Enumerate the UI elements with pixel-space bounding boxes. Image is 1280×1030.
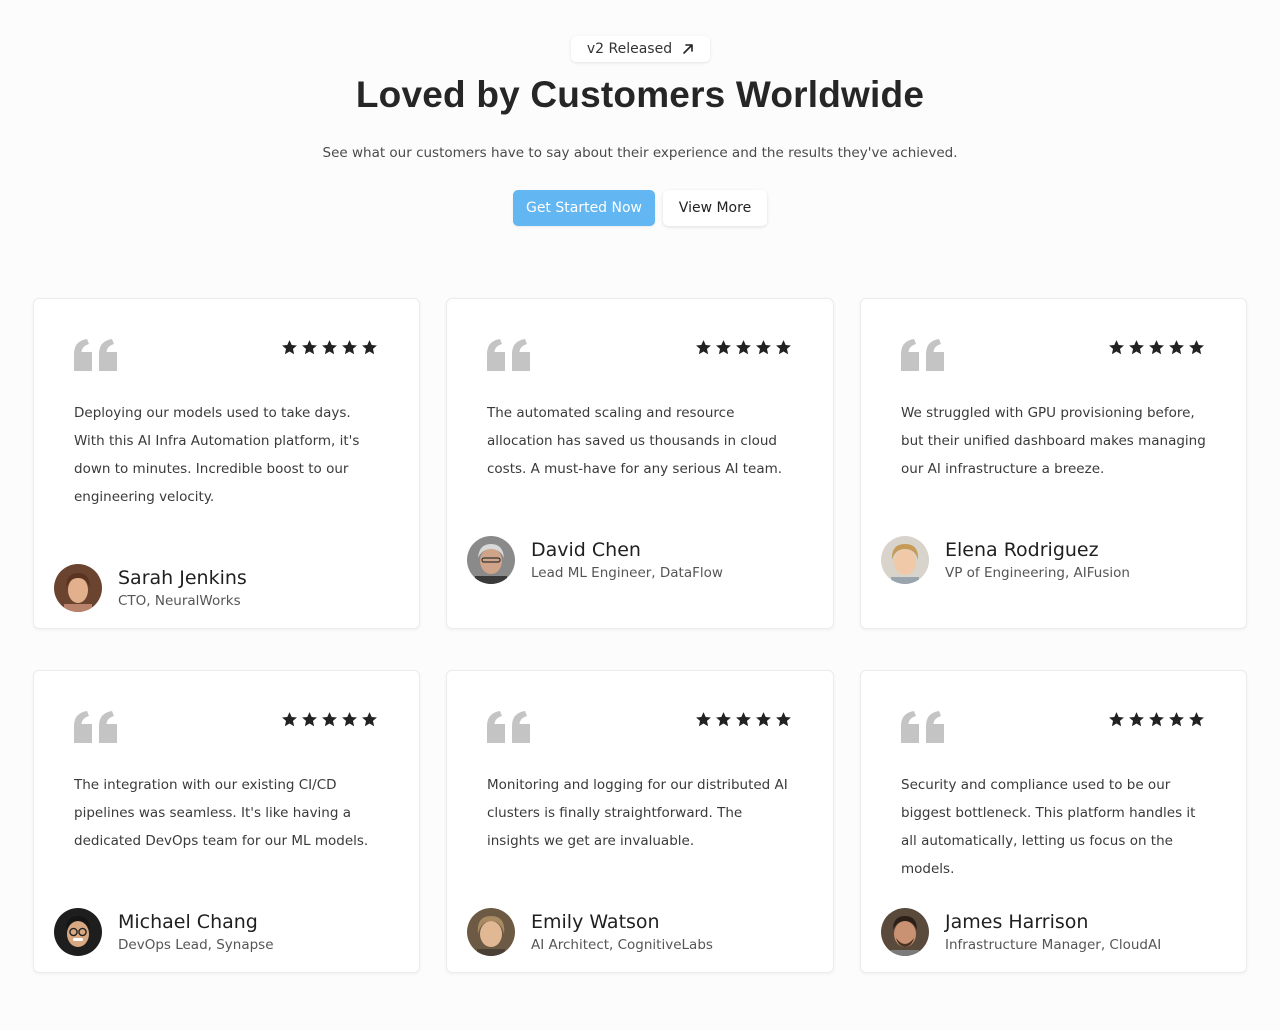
star-icon bbox=[776, 712, 791, 727]
author-name: James Harrison bbox=[945, 911, 1089, 933]
star-icon bbox=[736, 340, 751, 355]
author-role: AI Architect, CognitiveLabs bbox=[531, 937, 713, 953]
star-icon bbox=[1129, 712, 1144, 727]
star-rating bbox=[695, 711, 792, 728]
avatar bbox=[881, 908, 929, 956]
author-role: CTO, NeuralWorks bbox=[118, 593, 241, 609]
avatar bbox=[467, 536, 515, 584]
star-rating bbox=[281, 339, 378, 356]
star-icon bbox=[322, 340, 337, 355]
release-badge-label: v2 Released bbox=[586, 41, 673, 57]
author-name: Elena Rodriguez bbox=[945, 539, 1099, 561]
star-icon bbox=[716, 340, 731, 355]
star-icon bbox=[282, 712, 297, 727]
author-name: David Chen bbox=[531, 539, 641, 561]
get-started-button[interactable]: Get Started Now bbox=[513, 190, 655, 226]
star-icon bbox=[696, 340, 711, 355]
quote-icon bbox=[74, 711, 118, 747]
testimonial-quote: The automated scaling and resource alloc… bbox=[487, 405, 783, 477]
quote-icon bbox=[487, 711, 531, 747]
avatar bbox=[467, 908, 515, 956]
testimonial-author: Emily Watson AI Architect, CognitiveLabs bbox=[467, 908, 713, 956]
star-icon bbox=[1109, 712, 1124, 727]
testimonial-quote: We struggled with GPU provisioning befor… bbox=[901, 405, 1206, 477]
star-icon bbox=[1169, 712, 1184, 727]
star-icon bbox=[1129, 340, 1144, 355]
star-icon bbox=[322, 712, 337, 727]
testimonial-author: David Chen Lead ML Engineer, DataFlow bbox=[467, 536, 723, 584]
avatar bbox=[54, 564, 102, 612]
star-icon bbox=[1149, 712, 1164, 727]
star-icon bbox=[736, 712, 751, 727]
testimonial-author: Elena Rodriguez VP of Engineering, AIFus… bbox=[881, 536, 1130, 584]
avatar bbox=[54, 908, 102, 956]
star-icon bbox=[696, 712, 711, 727]
author-name: Emily Watson bbox=[531, 911, 660, 933]
page-title: Loved by Customers Worldwide bbox=[355, 74, 925, 115]
star-icon bbox=[1169, 340, 1184, 355]
author-role: DevOps Lead, Synapse bbox=[118, 937, 274, 953]
star-icon bbox=[342, 712, 357, 727]
star-icon bbox=[1189, 712, 1204, 727]
star-icon bbox=[756, 340, 771, 355]
star-rating bbox=[695, 339, 792, 356]
quote-icon bbox=[487, 339, 531, 375]
testimonial-quote: Deploying our models used to take days. … bbox=[74, 405, 360, 505]
star-icon bbox=[302, 712, 317, 727]
star-icon bbox=[776, 340, 791, 355]
arrow-up-right-icon bbox=[682, 43, 694, 55]
testimonial-card: Security and compliance used to be our b… bbox=[860, 670, 1247, 973]
testimonial-card: Deploying our models used to take days. … bbox=[33, 298, 420, 629]
author-name: Michael Chang bbox=[118, 911, 258, 933]
quote-icon bbox=[901, 711, 945, 747]
star-icon bbox=[302, 340, 317, 355]
quote-icon bbox=[74, 339, 118, 375]
quote-icon bbox=[901, 339, 945, 375]
author-name: Sarah Jenkins bbox=[118, 567, 247, 589]
star-rating bbox=[1108, 711, 1205, 728]
star-icon bbox=[716, 712, 731, 727]
testimonial-card: We struggled with GPU provisioning befor… bbox=[860, 298, 1247, 629]
testimonial-quote: Monitoring and logging for our distribut… bbox=[487, 777, 788, 849]
testimonial-quote: The integration with our existing CI/CD … bbox=[74, 777, 369, 849]
star-icon bbox=[362, 712, 377, 727]
star-icon bbox=[1109, 340, 1124, 355]
testimonial-author: Michael Chang DevOps Lead, Synapse bbox=[54, 908, 274, 956]
testimonial-author: Sarah Jenkins CTO, NeuralWorks bbox=[54, 564, 247, 612]
testimonial-card: Monitoring and logging for our distribut… bbox=[446, 670, 834, 973]
star-icon bbox=[282, 340, 297, 355]
star-rating bbox=[1108, 339, 1205, 356]
star-rating bbox=[281, 711, 378, 728]
testimonial-quote: Security and compliance used to be our b… bbox=[901, 777, 1196, 877]
star-icon bbox=[1149, 340, 1164, 355]
star-icon bbox=[756, 712, 771, 727]
testimonial-card: The integration with our existing CI/CD … bbox=[33, 670, 420, 973]
author-role: Infrastructure Manager, CloudAI bbox=[945, 937, 1162, 953]
star-icon bbox=[342, 340, 357, 355]
author-role: Lead ML Engineer, DataFlow bbox=[531, 565, 723, 581]
author-role: VP of Engineering, AIFusion bbox=[945, 565, 1130, 581]
star-icon bbox=[362, 340, 377, 355]
view-more-button[interactable]: View More bbox=[663, 190, 767, 226]
avatar bbox=[881, 536, 929, 584]
star-icon bbox=[1189, 340, 1204, 355]
release-badge[interactable]: v2 Released bbox=[571, 36, 710, 62]
testimonial-author: James Harrison Infrastructure Manager, C… bbox=[881, 908, 1161, 956]
page-subtitle: See what our customers have to say about… bbox=[322, 145, 958, 161]
testimonial-card: The automated scaling and resource alloc… bbox=[446, 298, 834, 629]
